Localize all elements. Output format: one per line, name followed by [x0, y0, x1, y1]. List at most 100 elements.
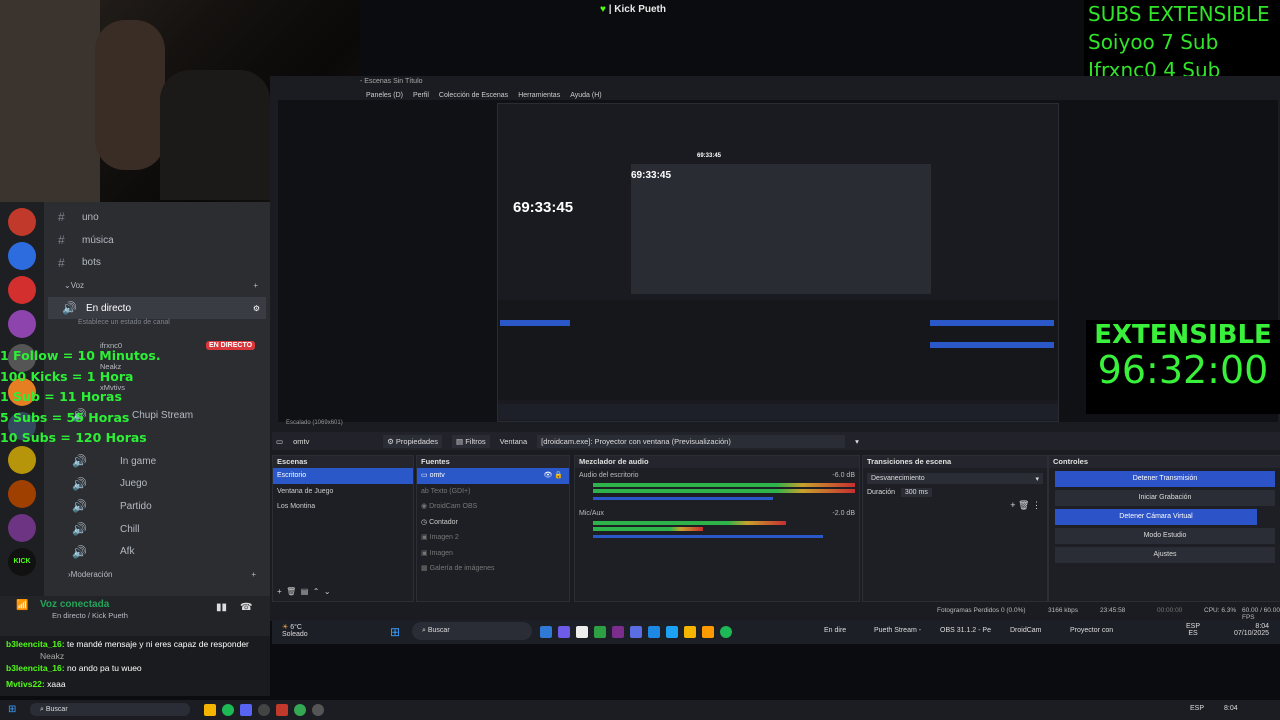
chrome-icon[interactable] — [294, 704, 306, 716]
source-item[interactable]: ◷ Contador — [417, 515, 569, 531]
trash-icon[interactable]: 🗑 — [286, 587, 296, 596]
taskbar-search[interactable]: ⌕ Buscar — [30, 703, 190, 716]
windows-start-icon[interactable]: ⊞ — [8, 704, 16, 715]
taskbar-app-browser[interactable]: Pueth Stream - — [874, 627, 921, 634]
server-icon[interactable] — [8, 276, 36, 304]
add-channel-icon[interactable]: + — [251, 570, 256, 579]
clock[interactable]: 8:04 — [1224, 705, 1238, 712]
settings-icon[interactable]: ⚙ — [253, 304, 260, 313]
kick-server-icon[interactable]: KICK — [8, 548, 36, 576]
server-icon[interactable] — [8, 310, 36, 338]
taskbar-app-obs[interactable]: OBS 31.1.2 - Pe — [940, 627, 991, 634]
taskbar-app-droidcam[interactable]: DroidCam — [1010, 627, 1042, 634]
visibility-icon[interactable]: 👁 🔒 — [543, 468, 569, 484]
scene-item[interactable]: Escritorio — [273, 468, 413, 484]
voice-channel[interactable]: 🔊 Chill — [58, 518, 268, 541]
voice-channel[interactable]: 🔊 Partido — [58, 495, 268, 518]
voice-channel[interactable]: 🔊 In game — [58, 450, 268, 473]
source-item[interactable]: ◉ DroidCam OBS — [417, 499, 569, 515]
move-down-icon[interactable]: ⌄ — [324, 587, 331, 596]
server-icon[interactable] — [8, 208, 36, 236]
menu-item-panels[interactable]: Paneles (D) — [366, 92, 403, 99]
app-icon[interactable] — [630, 626, 642, 638]
transition-select[interactable]: Desvanecimiento ▾ — [867, 473, 1043, 484]
filter-icon[interactable]: ▤ — [301, 587, 309, 596]
taskbar-app-projector[interactable]: Proyector con — [1070, 627, 1113, 634]
volume-slider[interactable] — [593, 535, 823, 538]
add-icon[interactable]: + — [1010, 500, 1015, 510]
app-icon[interactable] — [666, 626, 678, 638]
source-item[interactable]: ▣ Imagen — [417, 546, 569, 562]
add-icon[interactable]: + — [277, 587, 282, 596]
app-icon[interactable] — [648, 626, 660, 638]
filters-button[interactable]: ▤ Filtros — [452, 434, 490, 448]
scene-item[interactable]: Ventana de Juego — [273, 484, 413, 500]
settings-button[interactable]: Ajustes — [1055, 547, 1275, 563]
spotify-icon[interactable] — [222, 704, 234, 716]
studio-mode-button[interactable]: Modo Estudio — [1055, 528, 1275, 544]
language-indicator[interactable]: ESP ES — [1186, 623, 1200, 637]
chevron-down-icon[interactable]: ▾ — [855, 437, 859, 446]
properties-button[interactable]: ⚙ Propiedades — [383, 434, 443, 448]
server-icon[interactable] — [8, 480, 36, 508]
spotify-icon[interactable] — [720, 626, 732, 638]
scene-item[interactable]: Los Montina — [273, 499, 413, 515]
app-icon[interactable] — [540, 626, 552, 638]
taskbar-search[interactable]: ⌕ Buscar — [412, 622, 532, 640]
channel-status-placeholder[interactable]: Establece un estado de canal — [44, 319, 270, 326]
windows-start-icon[interactable]: ⊞ — [390, 625, 400, 639]
stop-streaming-button[interactable]: Detener Transmisión — [1055, 471, 1275, 487]
app-icon[interactable] — [558, 626, 570, 638]
server-icon[interactable] — [8, 514, 36, 542]
category-voz[interactable]: ⌄ Voz + — [44, 274, 270, 297]
add-channel-icon[interactable]: + — [253, 281, 258, 290]
app-icon[interactable] — [576, 626, 588, 638]
voice-channel[interactable]: 🔊 Juego — [58, 472, 268, 495]
source-item[interactable]: ▣ Imagen 2 — [417, 530, 569, 546]
channel-uno[interactable]: # uno — [44, 206, 270, 229]
dropped-frames: Fotogramas Perdidos 0 (0.0%) — [937, 607, 1026, 614]
start-recording-button[interactable]: Iniciar Grabación — [1055, 490, 1275, 506]
source-item[interactable]: ▭ omtv 👁 🔒 — [417, 468, 569, 484]
source-item[interactable]: ▦ Galería de imágenes — [417, 561, 569, 577]
folder-icon[interactable] — [204, 704, 216, 716]
zoom-indicator[interactable]: Escalado (1069x601) — [286, 420, 343, 426]
category-moderacion[interactable]: › Moderación + — [58, 563, 268, 586]
app-icon[interactable] — [276, 704, 288, 716]
clock[interactable]: 8:04 07/10/2025 — [1234, 623, 1269, 637]
source-item[interactable]: ab Texto (GDI+) — [417, 484, 569, 500]
app-icon[interactable] — [594, 626, 606, 638]
app-icon[interactable] — [612, 626, 624, 638]
discord-icon[interactable] — [240, 704, 252, 716]
obs-icon[interactable] — [258, 704, 270, 716]
channel-musica[interactable]: # música — [44, 229, 270, 252]
language-indicator[interactable]: ESP — [1190, 705, 1204, 712]
server-icon[interactable] — [8, 242, 36, 270]
trash-icon[interactable]: 🗑 — [1018, 500, 1029, 510]
weather-widget[interactable]: ☀ 6°C Soleado — [282, 623, 308, 638]
channel-bots[interactable]: # bots — [44, 251, 270, 274]
taskbar-app-discord[interactable]: En dire — [824, 627, 846, 634]
more-icon[interactable]: ⋮ — [1032, 500, 1041, 510]
voice-channel[interactable]: 🔊 Afk — [58, 540, 268, 563]
stop-virtual-camera-button[interactable]: Detener Cámara Virtual — [1055, 509, 1257, 525]
folder-icon[interactable] — [684, 626, 696, 638]
menu-item-scene-collection[interactable]: Colección de Escenas — [439, 92, 508, 99]
menu-item-tools[interactable]: Herramientas — [518, 92, 560, 99]
speaker-icon: 🔊 — [72, 522, 87, 537]
app-icon[interactable] — [702, 626, 714, 638]
voice-connected-label[interactable]: Voz conectada — [40, 599, 109, 610]
noise-icon[interactable]: ▮▮ — [216, 602, 227, 613]
volume-slider[interactable] — [593, 497, 773, 500]
rule-line: 100 Kicks = 1 Hora — [0, 368, 134, 384]
duration-input[interactable]: 300 ms — [900, 488, 932, 497]
channel-en-directo[interactable]: 🔊 En directo ⚙ — [48, 296, 266, 320]
server-icon[interactable] — [8, 446, 36, 474]
voice-connected-channel[interactable]: En directo / Kick Pueth — [52, 611, 128, 620]
move-up-icon[interactable]: ⌃ — [313, 587, 320, 596]
window-select[interactable]: [droidcam.exe]: Proyector con ventana (P… — [537, 434, 846, 448]
menu-item-help[interactable]: Ayuda (H) — [570, 92, 601, 99]
menu-item-profile[interactable]: Perfil — [413, 92, 429, 99]
disconnect-icon[interactable]: ☎ — [240, 602, 252, 613]
obs-icon[interactable] — [312, 704, 324, 716]
